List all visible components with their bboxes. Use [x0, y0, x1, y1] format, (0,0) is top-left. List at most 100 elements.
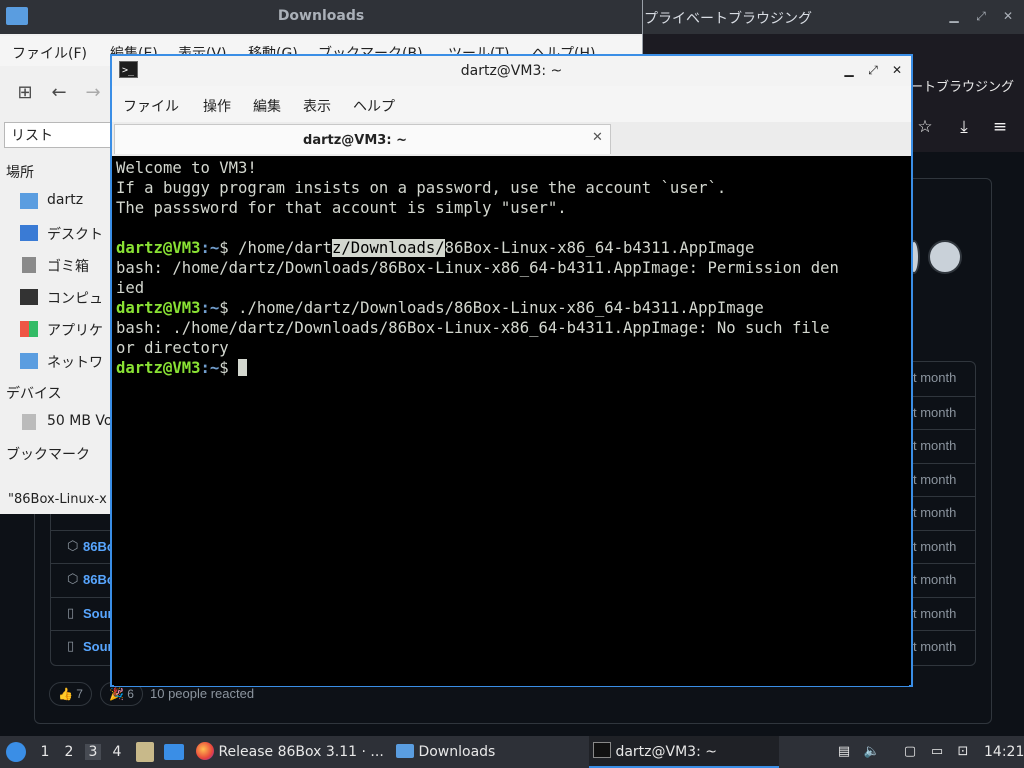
- asset-time: t month: [913, 572, 957, 587]
- terminal-line: bash: /home/dartz/Downloads/86Box-Linux-…: [116, 259, 839, 277]
- package-icon: ⬡: [67, 539, 79, 554]
- sidebar-item-computer[interactable]: コンピュ: [47, 288, 103, 308]
- package-icon: ⬡: [67, 572, 79, 587]
- terminal-line: bash: ./home/dartz/Downloads/86Box-Linux…: [116, 319, 830, 337]
- close-icon[interactable]: ✕: [889, 62, 905, 78]
- sidebar-item-volume[interactable]: 50 MB Vo: [47, 413, 112, 429]
- asset-name[interactable]: Sour: [83, 606, 113, 621]
- workspace-3[interactable]: 3: [85, 744, 101, 760]
- terminal-menubar: ファイル 操作 編集 表示 ヘルプ: [112, 86, 911, 122]
- asset-time: t month: [913, 505, 957, 520]
- terminal-icon: [593, 742, 611, 758]
- tab-label: dartz@VM3: ~: [303, 133, 407, 148]
- file-zip-icon: ▯: [67, 639, 75, 654]
- clipboard-tray-icon[interactable]: ▤: [835, 744, 853, 760]
- asset-time: t month: [913, 606, 957, 621]
- text-selection: z/Downloads/: [331, 239, 445, 257]
- menu-edit[interactable]: 編集: [253, 96, 281, 116]
- text-cursor: [238, 359, 248, 376]
- reaction-thumbsup[interactable]: 👍 7: [49, 682, 92, 706]
- display-tray-icon[interactable]: ▭: [928, 744, 946, 760]
- sidebar-item-network[interactable]: ネットワ: [47, 352, 103, 372]
- terminal-window: >_ dartz@VM3: ~ ▁ ⤢ ✕ ファイル 操作 編集 表示 ヘルプ …: [110, 54, 913, 687]
- terminal-output[interactable]: Welcome to VM3! If a buggy program insis…: [114, 156, 909, 686]
- workspace-4[interactable]: 4: [109, 744, 125, 760]
- thumbs-up-icon: 👍: [58, 687, 73, 701]
- network-icon: [20, 353, 38, 369]
- file-manager-title: Downloads: [277, 8, 365, 24]
- start-menu-icon[interactable]: [6, 742, 26, 762]
- download-icon[interactable]: ⤓: [953, 116, 975, 138]
- sidebar-item-applications[interactable]: アプリケ: [47, 320, 103, 340]
- avatar[interactable]: [928, 240, 962, 274]
- forward-arrow-icon[interactable]: →: [82, 82, 104, 104]
- task-label: Release 86Box 3.11 · ...: [218, 744, 384, 760]
- private-browsing-label: ートブラウジング: [910, 80, 1015, 95]
- bookmark-star-icon[interactable]: ☆: [914, 116, 936, 138]
- minimize-icon[interactable]: ▁: [947, 9, 961, 23]
- show-desktop-icon[interactable]: [164, 744, 184, 760]
- notes-tray-icon[interactable]: ▢: [901, 744, 919, 760]
- asset-time: t month: [913, 472, 957, 487]
- network-tray-icon[interactable]: ⊡: [954, 744, 972, 760]
- bookmarks-header: ブックマーク: [6, 447, 90, 463]
- terminal-prompt: dartz@VM3:~$: [116, 358, 248, 378]
- menu-file[interactable]: ファイル: [123, 96, 179, 116]
- close-icon[interactable]: ✕: [1001, 9, 1015, 23]
- volume-icon[interactable]: 🔈: [863, 744, 881, 760]
- terminal-line: The passsword for that account is simply…: [116, 199, 567, 217]
- trash-icon: [22, 257, 36, 273]
- status-bar-text: "86Box-Linux-x: [8, 492, 107, 507]
- applications-icon: [20, 321, 38, 337]
- tab-close-icon[interactable]: ✕: [592, 130, 603, 145]
- terminal-line: ied: [116, 279, 145, 297]
- sidebar-item-desktop[interactable]: デスクト: [47, 224, 103, 244]
- desktop-icon: [20, 225, 38, 241]
- terminal-title: dartz@VM3: ~: [460, 63, 563, 79]
- task-firefox[interactable]: Release 86Box 3.11 · ...: [192, 736, 386, 768]
- computer-icon: [20, 289, 38, 305]
- file-manager-titlebar: Downloads: [0, 0, 642, 34]
- menu-actions[interactable]: 操作: [203, 96, 231, 116]
- task-label: Downloads: [418, 744, 496, 760]
- sidebar-item-home[interactable]: dartz: [47, 192, 83, 208]
- terminal-line: Welcome to VM3!: [116, 159, 257, 177]
- browser-title: プライベートブラウジング: [644, 11, 812, 27]
- asset-name[interactable]: Sour: [83, 639, 113, 654]
- task-label: dartz@VM3: ~: [615, 744, 717, 760]
- menu-file[interactable]: ファイル(F): [12, 43, 87, 63]
- tab-terminal[interactable]: dartz@VM3: ~ ✕: [114, 124, 611, 154]
- terminal-titlebar: >_ dartz@VM3: ~ ▁ ⤢ ✕: [112, 56, 911, 86]
- reaction-count: 6: [127, 687, 134, 701]
- asset-time: t month: [913, 370, 957, 385]
- terminal-command-line: dartz@VM3:~$ ./home/dartz/Downloads/86Bo…: [116, 299, 764, 317]
- asset-time: t month: [913, 639, 957, 654]
- asset-time: t month: [913, 405, 957, 420]
- maximize-icon[interactable]: ⤢: [865, 62, 881, 78]
- devices-header: デバイス: [6, 386, 62, 402]
- back-arrow-icon[interactable]: ←: [48, 82, 70, 104]
- new-tab-icon[interactable]: ⊞: [14, 82, 36, 104]
- clock[interactable]: 14:21: [984, 744, 1024, 760]
- menu-hamburger-icon[interactable]: ≡: [989, 116, 1011, 138]
- maximize-icon[interactable]: ⤢: [974, 9, 988, 23]
- terminal-command-line: dartz@VM3:~$ /home/dartz/Downloads/86Box…: [116, 239, 755, 257]
- menu-view[interactable]: 表示: [303, 96, 331, 116]
- workspace-2[interactable]: 2: [61, 744, 77, 760]
- task-terminal[interactable]: dartz@VM3: ~: [589, 736, 779, 768]
- asset-time: t month: [913, 438, 957, 453]
- workspace-1[interactable]: 1: [37, 744, 53, 760]
- minimize-icon[interactable]: ▁: [841, 62, 857, 78]
- task-downloads[interactable]: Downloads: [392, 736, 586, 768]
- file-manager-launcher-icon[interactable]: [136, 742, 154, 762]
- menu-help[interactable]: ヘルプ: [353, 96, 395, 116]
- sidebar-item-trash[interactable]: ゴミ箱: [47, 256, 89, 276]
- file-zip-icon: ▯: [67, 606, 75, 621]
- drive-icon: [22, 414, 36, 430]
- view-mode-select[interactable]: リスト: [4, 122, 112, 148]
- firefox-icon: [196, 742, 214, 760]
- reacted-summary: 10 people reacted: [150, 686, 255, 701]
- places-header: 場所: [6, 165, 34, 181]
- home-folder-icon: [20, 193, 38, 209]
- tada-icon: 🎉: [109, 687, 124, 701]
